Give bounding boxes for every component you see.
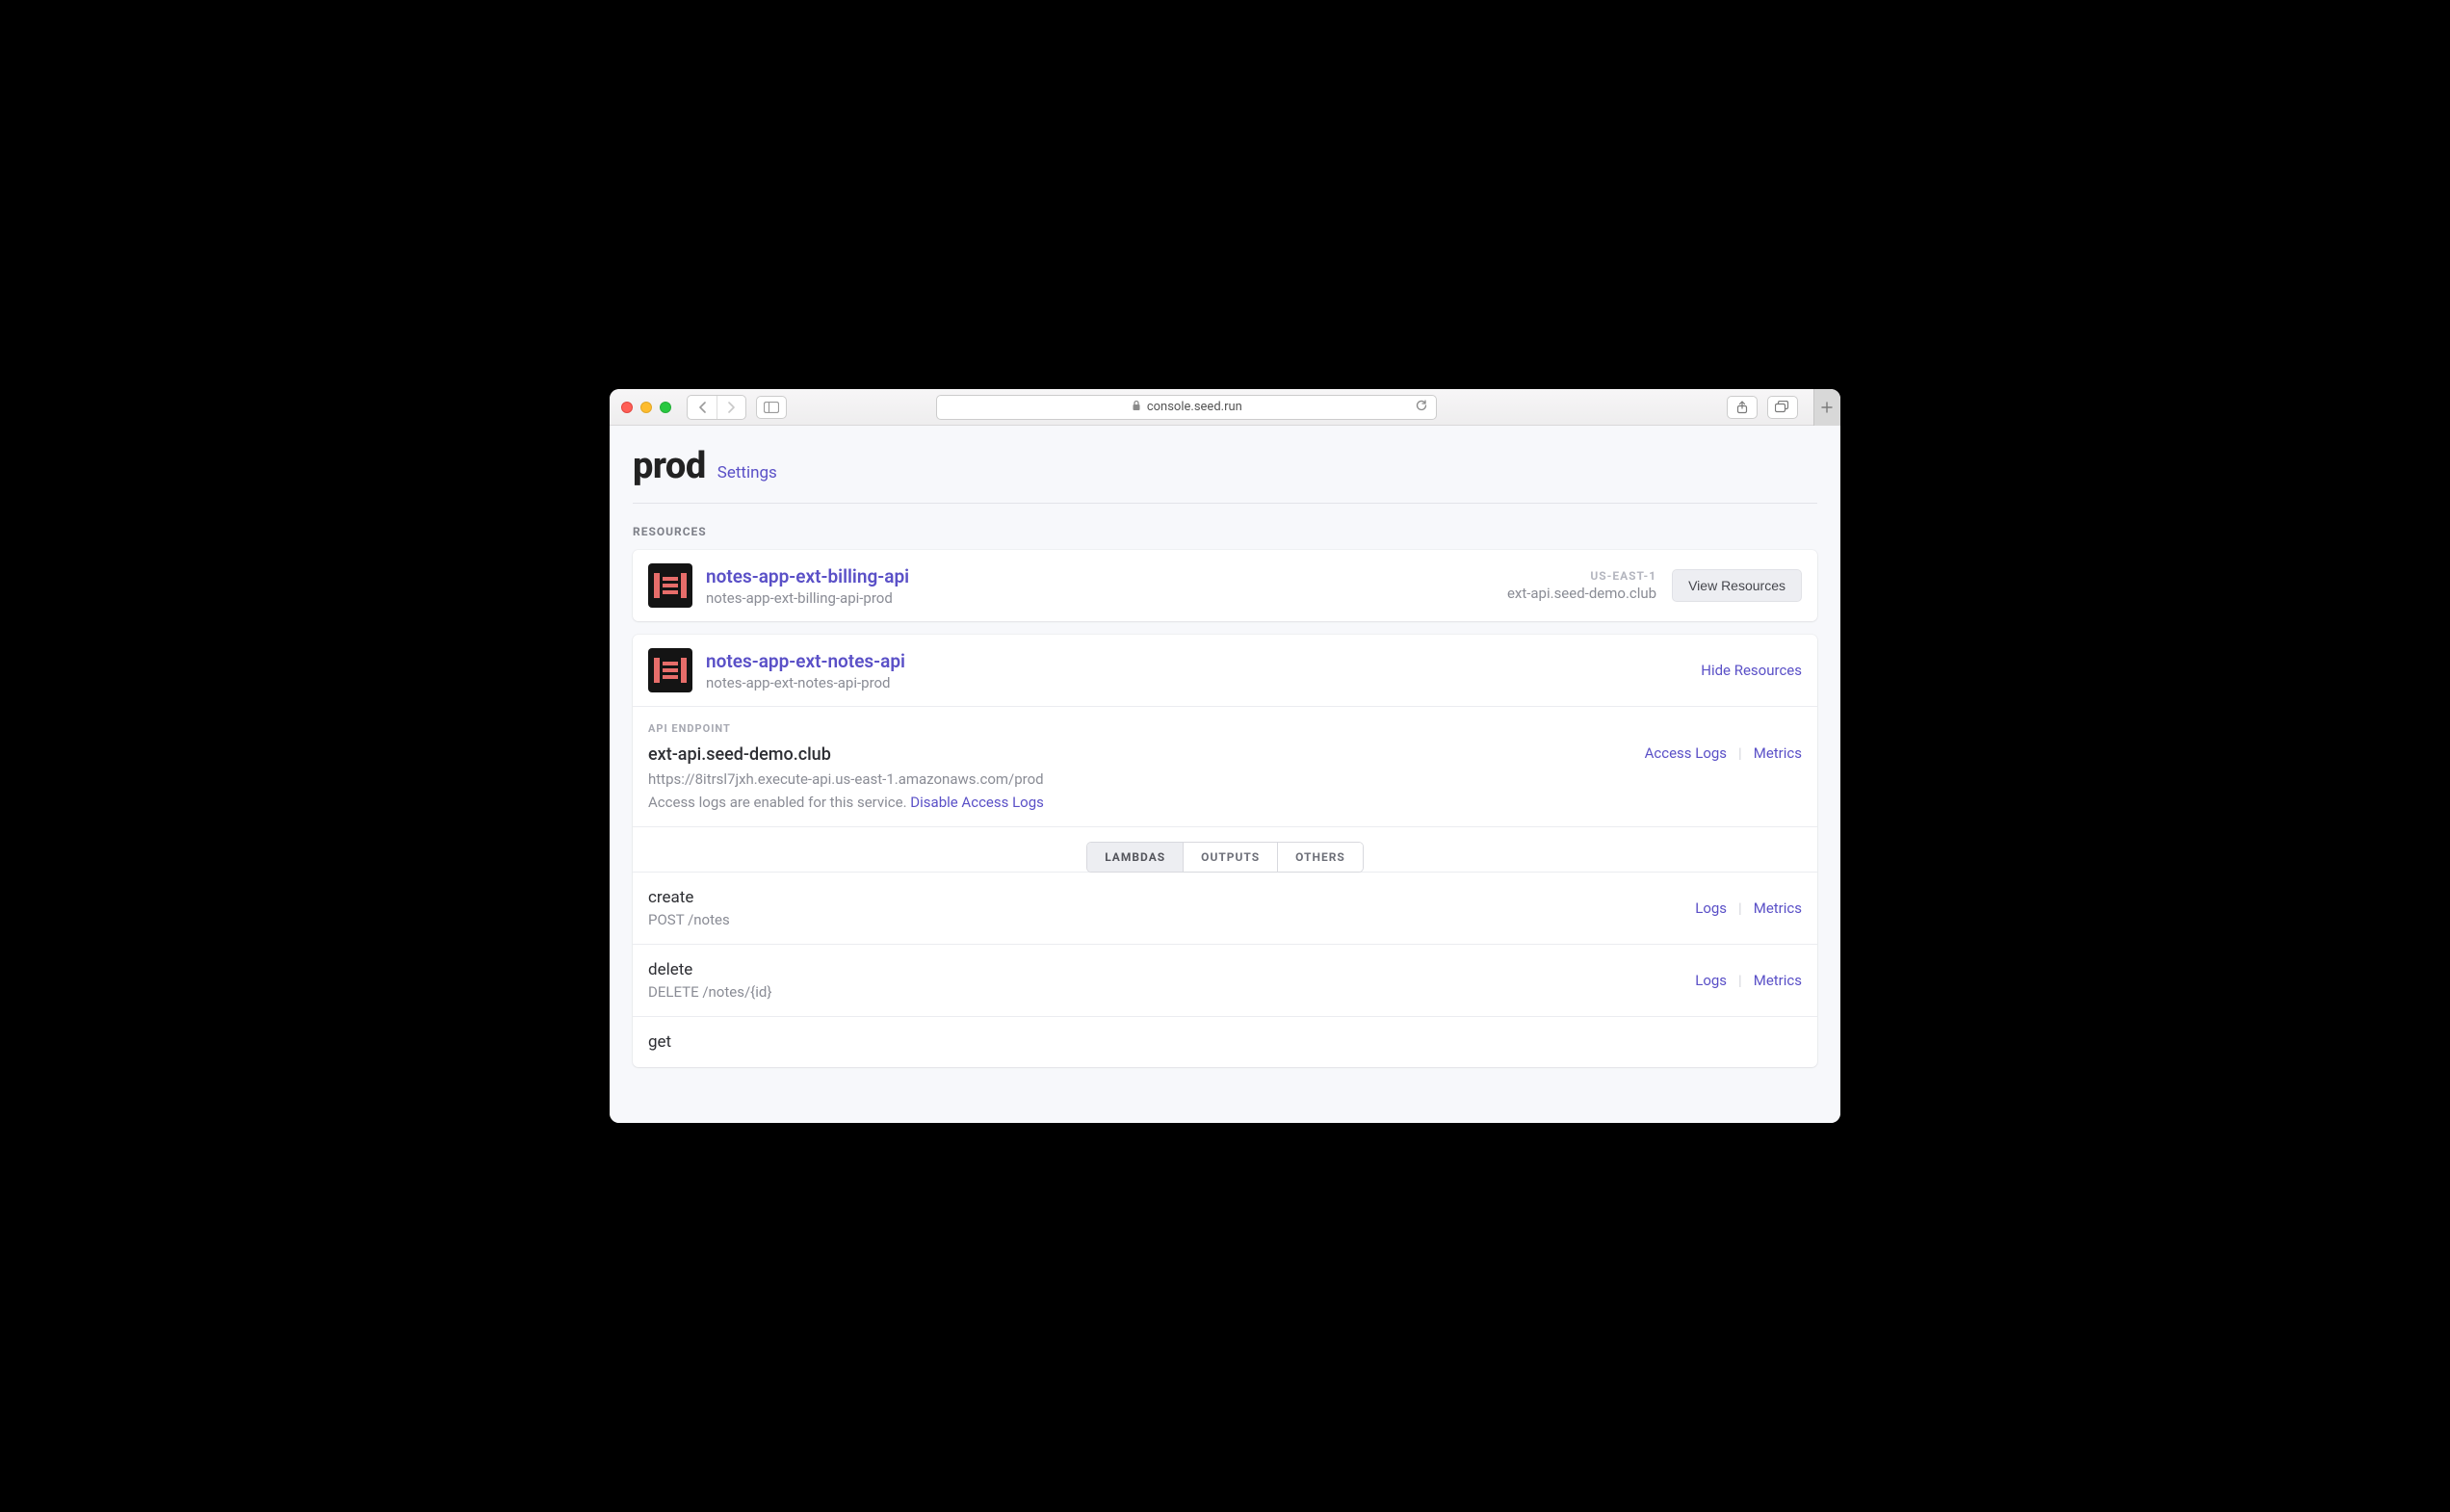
api-endpoint-label: API ENDPOINT: [648, 722, 1802, 735]
resource-stack-name: notes-app-ext-notes-api-prod: [706, 674, 1687, 691]
lambda-route: DELETE /notes/{id}: [648, 983, 771, 1001]
lambda-name: create: [648, 888, 730, 907]
access-logs-link[interactable]: Access Logs: [1645, 744, 1727, 762]
resource-name-link[interactable]: notes-app-ext-billing-api: [706, 565, 1494, 587]
resource-tabs: LAMBDAS OUTPUTS OTHERS: [633, 826, 1817, 872]
tabs-button[interactable]: [1767, 396, 1798, 419]
resource-stack-name: notes-app-ext-billing-api-prod: [706, 589, 1494, 607]
page-title: prod: [633, 445, 706, 487]
metrics-link[interactable]: Metrics: [1754, 744, 1802, 762]
lambda-metrics-link[interactable]: Metrics: [1754, 899, 1802, 917]
endpoint-url: https://8itrsl7jxh.execute-api.us-east-1…: [648, 770, 1044, 788]
url-text: console.seed.run: [1147, 400, 1242, 414]
minimize-window-button[interactable]: [640, 402, 652, 413]
hide-resources-button[interactable]: Hide Resources: [1701, 662, 1802, 679]
endpoint-domain: ext-api.seed-demo.club: [648, 744, 1044, 765]
disable-access-logs-link[interactable]: Disable Access Logs: [910, 794, 1044, 811]
browser-window: console.seed.run prod Settings RESOURCES: [610, 389, 1840, 1123]
tab-lambdas[interactable]: LAMBDAS: [1087, 843, 1183, 872]
resources-section-label: RESOURCES: [633, 525, 1817, 538]
settings-link[interactable]: Settings: [717, 463, 777, 482]
lambda-metrics-link[interactable]: Metrics: [1754, 972, 1802, 989]
resource-card: notes-app-ext-billing-api notes-app-ext-…: [633, 550, 1817, 621]
access-logs-note: Access logs are enabled for this service…: [648, 794, 1044, 811]
page-header: prod Settings: [633, 445, 1817, 504]
lambda-logs-link[interactable]: Logs: [1695, 899, 1727, 917]
lambda-name: delete: [648, 960, 771, 979]
share-button[interactable]: [1727, 396, 1758, 419]
back-button[interactable]: [688, 396, 717, 419]
resource-name-link[interactable]: notes-app-ext-notes-api: [706, 650, 1687, 672]
tab-others[interactable]: OTHERS: [1277, 843, 1363, 872]
view-resources-button[interactable]: View Resources: [1672, 569, 1802, 602]
api-gateway-icon: [648, 648, 692, 692]
api-gateway-icon: [648, 563, 692, 608]
lock-icon: [1132, 400, 1141, 415]
nav-buttons: [687, 395, 746, 420]
close-window-button[interactable]: [621, 402, 633, 413]
page-content: prod Settings RESOURCES notes-a: [610, 426, 1840, 1123]
new-tab-button[interactable]: [1813, 389, 1840, 426]
traffic-lights: [621, 402, 671, 413]
resource-card: notes-app-ext-notes-api notes-app-ext-no…: [633, 635, 1817, 1067]
lambda-name: get: [648, 1032, 671, 1052]
lambda-row: get: [633, 1016, 1817, 1067]
reload-icon[interactable]: [1415, 399, 1428, 416]
zoom-window-button[interactable]: [660, 402, 671, 413]
forward-button[interactable]: [717, 396, 745, 419]
lambda-route: POST /notes: [648, 911, 730, 928]
resource-endpoint: ext-api.seed-demo.club: [1507, 585, 1656, 602]
lambda-row: create POST /notes Logs | Metrics: [633, 872, 1817, 944]
address-bar[interactable]: console.seed.run: [936, 395, 1437, 420]
region-label: US-EAST-1: [1507, 569, 1656, 583]
sidebar-toggle-button[interactable]: [756, 396, 787, 419]
api-endpoint-section: API ENDPOINT ext-api.seed-demo.club http…: [633, 706, 1817, 826]
titlebar: console.seed.run: [610, 389, 1840, 426]
lambda-row: delete DELETE /notes/{id} Logs | Metrics: [633, 944, 1817, 1016]
lambda-logs-link[interactable]: Logs: [1695, 972, 1727, 989]
tab-outputs[interactable]: OUTPUTS: [1183, 843, 1277, 872]
right-toolbar: [1727, 396, 1798, 419]
